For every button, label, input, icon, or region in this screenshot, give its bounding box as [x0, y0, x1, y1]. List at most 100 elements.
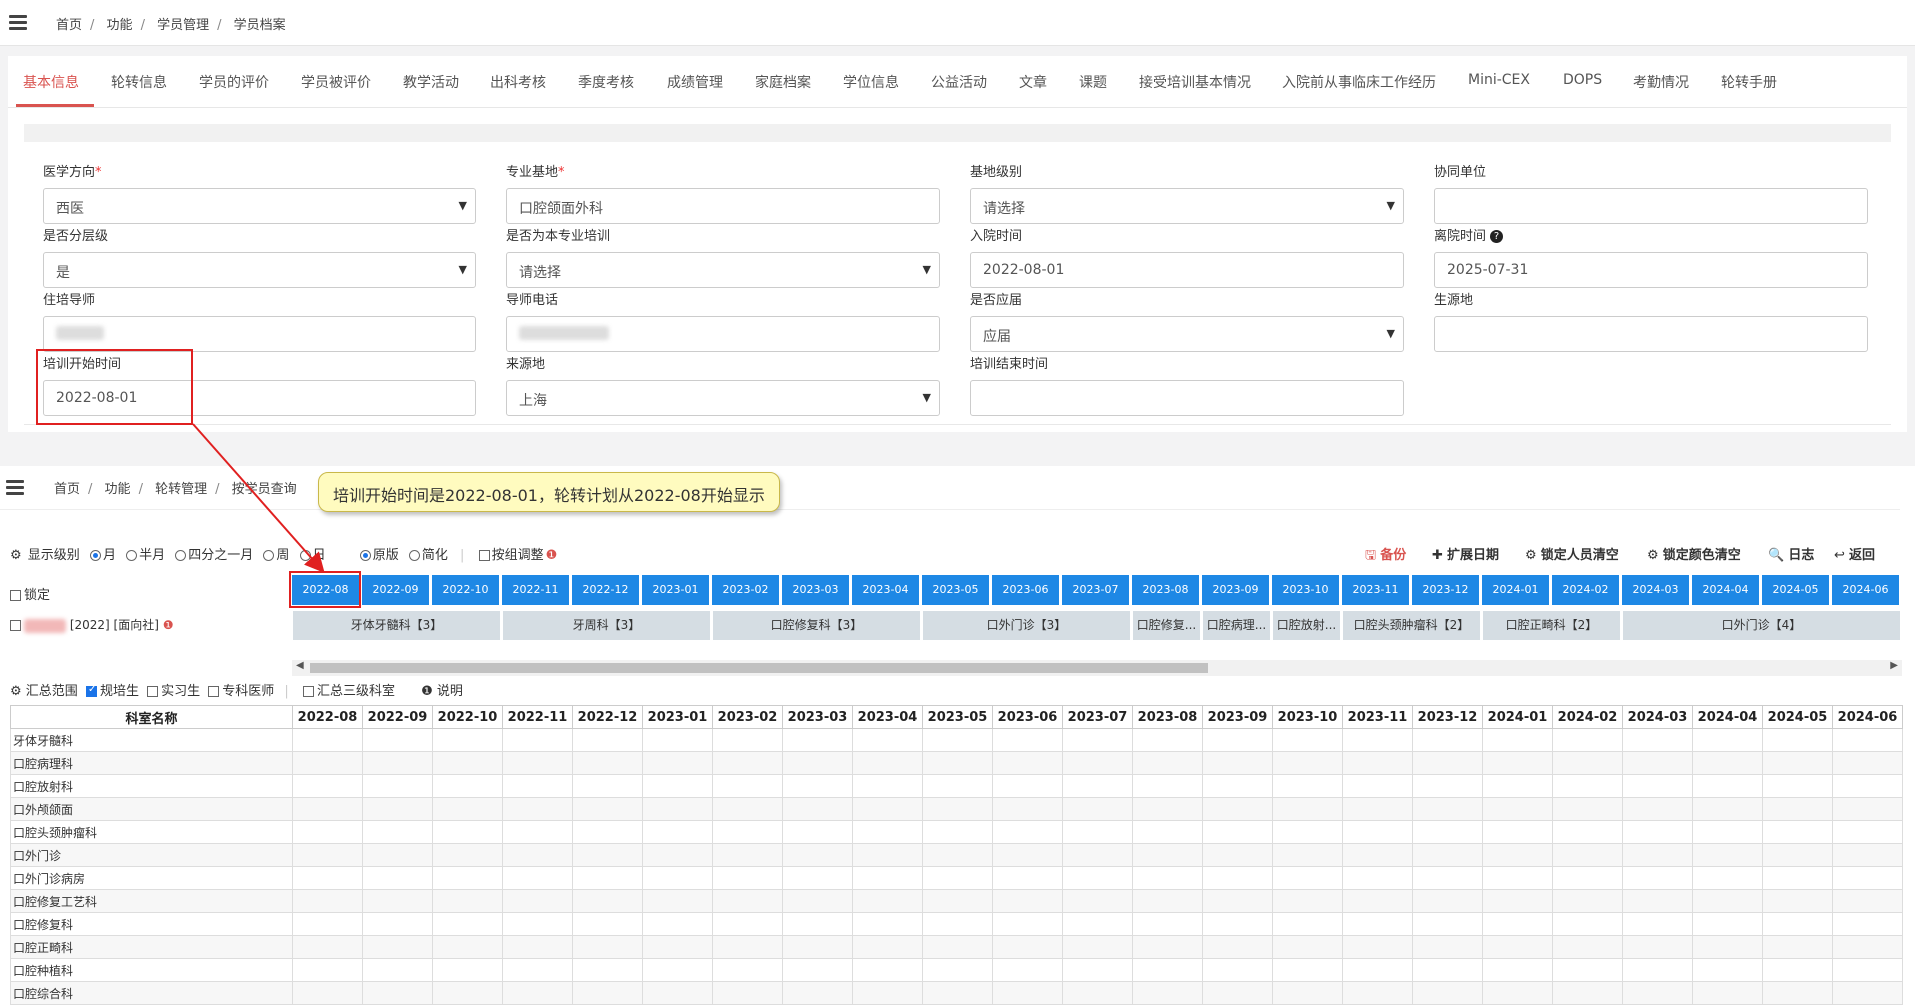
tab-mini-cex[interactable]: Mini-CEX: [1468, 72, 1530, 88]
grid-cell[interactable]: [362, 935, 433, 959]
month-cell[interactable]: 2024-03: [1622, 575, 1689, 605]
grid-cell[interactable]: [1692, 866, 1763, 890]
grid-cell[interactable]: [502, 981, 573, 1005]
month-cell[interactable]: 2023-10: [1272, 575, 1339, 605]
grid-cell[interactable]: [432, 912, 503, 936]
grid-cell[interactable]: [852, 843, 923, 867]
grid-cell[interactable]: [432, 958, 503, 982]
grid-cell[interactable]: [712, 935, 783, 959]
rotation-bar[interactable]: 牙体牙髓科【3】: [293, 611, 500, 640]
color-clear-button[interactable]: ⚙ 锁定颜色清空: [1647, 544, 1741, 563]
grid-cell[interactable]: [1692, 935, 1763, 959]
grid-cell[interactable]: [1412, 797, 1483, 821]
grid-cell[interactable]: [1692, 958, 1763, 982]
grid-cell[interactable]: [1832, 912, 1903, 936]
month-cell[interactable]: 2023-12: [1412, 575, 1479, 605]
grid-cell[interactable]: [1762, 958, 1833, 982]
month-cell[interactable]: 2022-09: [362, 575, 429, 605]
admission-date-input[interactable]: 2022-08-01: [970, 252, 1404, 288]
grid-cell[interactable]: [992, 728, 1063, 752]
grid-cell[interactable]: [1622, 935, 1693, 959]
grid-cell[interactable]: [922, 912, 993, 936]
grid-cell[interactable]: [572, 820, 643, 844]
grid-cell[interactable]: [1272, 728, 1343, 752]
grid-cell[interactable]: [362, 912, 433, 936]
training-end-input[interactable]: [970, 380, 1404, 416]
grid-cell[interactable]: [1342, 820, 1413, 844]
grid-cell[interactable]: [1062, 843, 1133, 867]
grid-cell[interactable]: [1622, 981, 1693, 1005]
grid-cell[interactable]: [1482, 751, 1553, 775]
grid-cell[interactable]: [362, 774, 433, 798]
grid-cell[interactable]: [852, 728, 923, 752]
grid-cell[interactable]: [712, 797, 783, 821]
tab-family[interactable]: 家庭档案: [755, 72, 811, 92]
grid-cell[interactable]: [1202, 958, 1273, 982]
grid-cell[interactable]: [1062, 981, 1133, 1005]
grid-cell[interactable]: [1272, 820, 1343, 844]
tab-evaluated[interactable]: 学员被评价: [301, 72, 371, 92]
grid-cell[interactable]: [1412, 843, 1483, 867]
grid-cell[interactable]: [992, 774, 1063, 798]
grid-cell[interactable]: [1412, 774, 1483, 798]
grid-cell[interactable]: [1552, 912, 1623, 936]
grid-cell[interactable]: [852, 751, 923, 775]
tab-student-evaluation[interactable]: 学员的评价: [199, 72, 269, 92]
grid-cell[interactable]: [922, 820, 993, 844]
grid-cell[interactable]: [1202, 774, 1273, 798]
grid-cell[interactable]: [1762, 820, 1833, 844]
grid-cell[interactable]: [852, 866, 923, 890]
grid-cell[interactable]: [1692, 751, 1763, 775]
grid-cell[interactable]: [992, 866, 1063, 890]
grid-cell[interactable]: [782, 820, 853, 844]
grid-cell[interactable]: [1062, 935, 1133, 959]
grid-cell[interactable]: [292, 981, 363, 1005]
grid-cell[interactable]: [1482, 866, 1553, 890]
tab-dops[interactable]: DOPS: [1563, 72, 1602, 88]
specialty-base-input[interactable]: 口腔颌面外科: [506, 188, 940, 224]
grid-cell[interactable]: [1482, 843, 1553, 867]
grid-cell[interactable]: [1832, 866, 1903, 890]
grid-cell[interactable]: [1412, 935, 1483, 959]
grid-cell[interactable]: [1692, 912, 1763, 936]
tab-public-welfare[interactable]: 公益活动: [931, 72, 987, 92]
grid-cell[interactable]: [1552, 751, 1623, 775]
grid-cell[interactable]: [642, 797, 713, 821]
grid-cell[interactable]: [642, 843, 713, 867]
grid-cell[interactable]: [922, 981, 993, 1005]
grid-cell[interactable]: [1202, 912, 1273, 936]
fresh-graduate-select[interactable]: 应届 ▼: [970, 316, 1404, 352]
grid-cell[interactable]: [1132, 866, 1203, 890]
tab-exit-exam[interactable]: 出科考核: [490, 72, 546, 92]
grid-cell[interactable]: [1552, 797, 1623, 821]
grid-cell[interactable]: [502, 958, 573, 982]
grid-cell[interactable]: [1762, 912, 1833, 936]
month-cell[interactable]: 2024-02: [1552, 575, 1619, 605]
grid-cell[interactable]: [362, 728, 433, 752]
grid-cell[interactable]: [1202, 797, 1273, 821]
grid-cell[interactable]: [782, 912, 853, 936]
tab-prior-experience[interactable]: 入院前从事临床工作经历: [1282, 72, 1436, 92]
grid-cell[interactable]: [572, 728, 643, 752]
tab-basic-info[interactable]: 基本信息: [23, 72, 79, 92]
grid-cell[interactable]: [1552, 728, 1623, 752]
info-icon[interactable]: ❶: [546, 548, 558, 563]
grid-cell[interactable]: [642, 774, 713, 798]
horizontal-scrollbar[interactable]: ◀ ▶: [292, 660, 1902, 676]
grid-cell[interactable]: [292, 843, 363, 867]
grid-cell[interactable]: [992, 820, 1063, 844]
month-cell[interactable]: 2024-01: [1482, 575, 1549, 605]
grid-cell[interactable]: [502, 912, 573, 936]
log-button[interactable]: 🔍 日志: [1768, 544, 1814, 563]
grid-cell[interactable]: [1762, 797, 1833, 821]
grid-cell[interactable]: [1762, 935, 1833, 959]
grid-cell[interactable]: [1412, 889, 1483, 913]
grid-cell[interactable]: [1622, 820, 1693, 844]
grid-cell[interactable]: [362, 751, 433, 775]
grid-cell[interactable]: [502, 889, 573, 913]
grid-cell[interactable]: [922, 866, 993, 890]
summary-third-level-checkbox[interactable]: [302, 686, 314, 697]
info-icon[interactable]: ❶: [163, 618, 174, 632]
note-link[interactable]: 说明: [437, 684, 463, 699]
grid-cell[interactable]: [852, 889, 923, 913]
